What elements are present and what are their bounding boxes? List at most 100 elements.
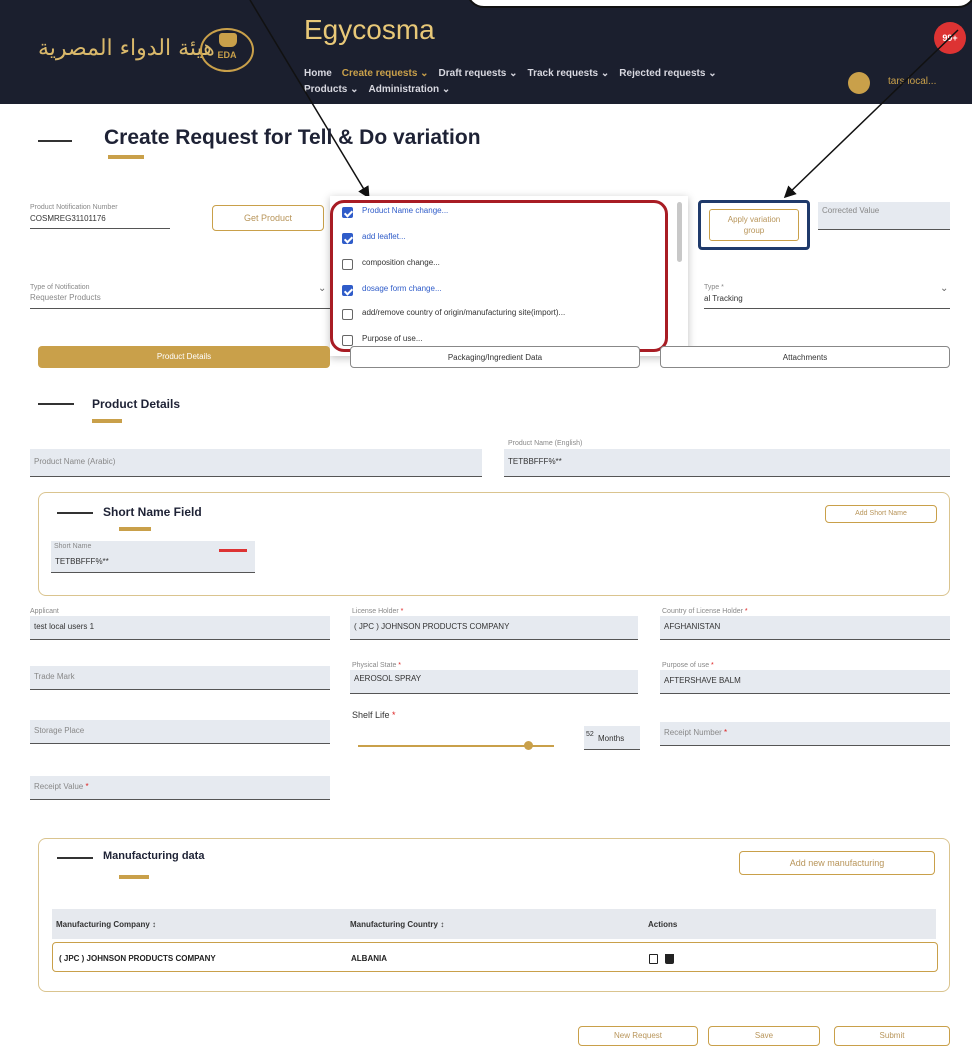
brand-arabic-name: هيئة الدواء المصرية: [38, 36, 215, 61]
product-name-english-field[interactable]: TETBBFFF%**: [504, 449, 950, 477]
tab-attachments[interactable]: Attachments: [660, 346, 950, 368]
column-actions: Actions: [648, 920, 678, 929]
purpose-label: Purpose of use *: [662, 662, 714, 669]
section-underline: [92, 419, 122, 423]
type-label: Type of Notification: [30, 284, 90, 291]
shelf-life-unit: Months: [598, 734, 625, 743]
dropdown-scrollbar[interactable]: [677, 202, 682, 262]
storage-place-placeholder: Storage Place: [34, 726, 85, 735]
manufacturing-title: Manufacturing data: [103, 850, 205, 862]
nav-track-requests[interactable]: Track requests ⌄: [528, 66, 610, 82]
tracking-underline: [704, 308, 950, 309]
license-holder-field[interactable]: ( JPC ) JOHNSON PRODUCTS COMPANY: [350, 616, 638, 640]
country-license-label: Country of License Holder *: [662, 608, 748, 615]
notification-number-value[interactable]: COSMREG31101176: [30, 214, 106, 223]
physical-state-value: AEROSOL SPRAY: [354, 674, 422, 683]
license-holder-label: License Holder *: [352, 608, 404, 615]
short-name-field[interactable]: Short Name TETBBFFF%**: [51, 541, 255, 573]
type-underline: [30, 308, 330, 309]
physical-state-label: Physical State *: [352, 662, 402, 669]
new-request-button[interactable]: New Request: [578, 1026, 698, 1046]
get-product-button[interactable]: Get Product: [212, 205, 324, 231]
dropdown-highlight-box: [330, 200, 668, 352]
license-holder-value: ( JPC ) JOHNSON PRODUCTS COMPANY: [354, 622, 510, 631]
submit-button[interactable]: Submit: [834, 1026, 950, 1046]
nav-create-requests[interactable]: Create requests ⌄: [342, 66, 429, 82]
type-value[interactable]: Requester Products: [30, 293, 101, 302]
shelf-life-number: 52: [586, 731, 594, 738]
shelf-life-slider-knob[interactable]: [524, 741, 533, 750]
main-nav: Home Create requests ⌄ Draft requests ⌄ Tra…: [304, 66, 824, 98]
add-short-name-button[interactable]: Add Short Name: [825, 505, 937, 523]
purpose-value: AFTERSHAVE BALM: [664, 676, 741, 685]
short-name-label: Short Name: [54, 543, 92, 550]
logo-text: EDA: [217, 50, 237, 60]
row-country: ALBANIA: [351, 954, 387, 963]
trade-mark-placeholder: Trade Mark: [34, 672, 75, 681]
nav-draft-requests[interactable]: Draft requests ⌄: [439, 66, 518, 82]
type-chevron-icon[interactable]: ⌄: [318, 283, 326, 294]
product-details-title: Product Details: [92, 397, 181, 411]
edit-icon[interactable]: [649, 954, 658, 964]
nav-home[interactable]: Home: [304, 66, 332, 82]
receipt-value-placeholder: Receipt Value *: [34, 782, 89, 791]
title-underline: [108, 155, 144, 159]
trade-mark-field[interactable]: Trade Mark: [30, 666, 330, 690]
applicant-field[interactable]: test local users 1: [30, 616, 330, 640]
delete-trash-icon[interactable]: [665, 954, 674, 964]
tab-packaging-ingredient[interactable]: Packaging/Ingredient Data: [350, 346, 640, 368]
eda-logo: EDA: [200, 28, 254, 72]
user-avatar-icon[interactable]: [848, 72, 870, 94]
receipt-number-field[interactable]: Receipt Number *: [660, 722, 950, 746]
product-name-english-label: Product Name (English): [508, 440, 583, 447]
tab-product-details[interactable]: Product Details: [38, 346, 330, 368]
tracking-chevron-icon[interactable]: ⌄: [940, 283, 948, 294]
tracking-label: Type *: [704, 284, 724, 291]
purpose-field[interactable]: AFTERSHAVE BALM: [660, 670, 950, 694]
physical-state-field[interactable]: AEROSOL SPRAY: [350, 670, 638, 694]
row-company: ( JPC ) JOHNSON PRODUCTS COMPANY: [59, 954, 216, 963]
country-license-value: AFGHANISTAN: [664, 622, 721, 631]
storage-place-field[interactable]: Storage Place: [30, 720, 330, 744]
corrected-value-placeholder: Corrected Value: [822, 206, 880, 215]
product-name-arabic-placeholder: Product Name (Arabic): [34, 457, 116, 466]
section-dash: [57, 857, 93, 859]
manufacturing-table-header: Manufacturing Company ↕ Manufacturing Co…: [52, 909, 936, 939]
section-dash: [57, 512, 93, 514]
shelf-life-label: Shelf Life *: [352, 710, 396, 720]
column-country[interactable]: Manufacturing Country ↕: [350, 920, 444, 929]
remove-short-name-icon[interactable]: [219, 549, 247, 552]
notification-number-label: Product Notification Number: [30, 204, 118, 211]
country-license-field[interactable]: AFGHANISTAN: [660, 616, 950, 640]
nav-rejected-requests[interactable]: Rejected requests ⌄: [619, 66, 716, 82]
nav-products[interactable]: Products ⌄: [304, 82, 359, 98]
shelf-life-field[interactable]: 52 Months: [584, 726, 640, 750]
tracking-value[interactable]: al Tracking: [704, 294, 743, 303]
save-button[interactable]: Save: [708, 1026, 820, 1046]
column-company[interactable]: Manufacturing Company ↕: [56, 920, 156, 929]
applicant-label: Applicant: [30, 608, 59, 615]
title-dash: [38, 140, 72, 142]
user-name[interactable]: tars local...: [888, 76, 936, 87]
applicant-value: test local users 1: [34, 622, 95, 631]
short-name-card: Short Name Field Add Short Name Short Na…: [38, 492, 950, 596]
short-name-value: TETBBFFF%**: [55, 557, 109, 566]
callout-bubble: [466, 0, 972, 8]
receipt-value-field[interactable]: Receipt Value *: [30, 776, 330, 800]
product-name-arabic-field[interactable]: Product Name (Arabic): [30, 449, 482, 477]
apply-variation-group-button[interactable]: Apply variation group: [709, 209, 799, 241]
top-navigation-bar: هيئة الدواء المصرية EDA Egycosma Home Cre…: [0, 0, 972, 104]
section-dash: [38, 403, 74, 405]
table-row: ( JPC ) JOHNSON PRODUCTS COMPANY ALBANIA: [52, 942, 938, 972]
nav-administration[interactable]: Administration ⌄: [369, 82, 451, 98]
add-new-manufacturing-button[interactable]: Add new manufacturing: [739, 851, 935, 875]
apply-variation-highlight: Apply variation group: [698, 200, 810, 250]
corrected-value-field[interactable]: Corrected Value: [818, 202, 950, 230]
eagle-emblem-icon: [219, 33, 237, 47]
page-title: Create Request for Tell & Do variation: [104, 126, 481, 149]
short-name-title: Short Name Field: [103, 505, 202, 519]
notification-number-underline: [30, 228, 170, 229]
app-title: Egycosma: [304, 14, 435, 45]
receipt-number-placeholder: Receipt Number *: [664, 728, 728, 737]
notification-badge[interactable]: 99+: [934, 22, 966, 54]
